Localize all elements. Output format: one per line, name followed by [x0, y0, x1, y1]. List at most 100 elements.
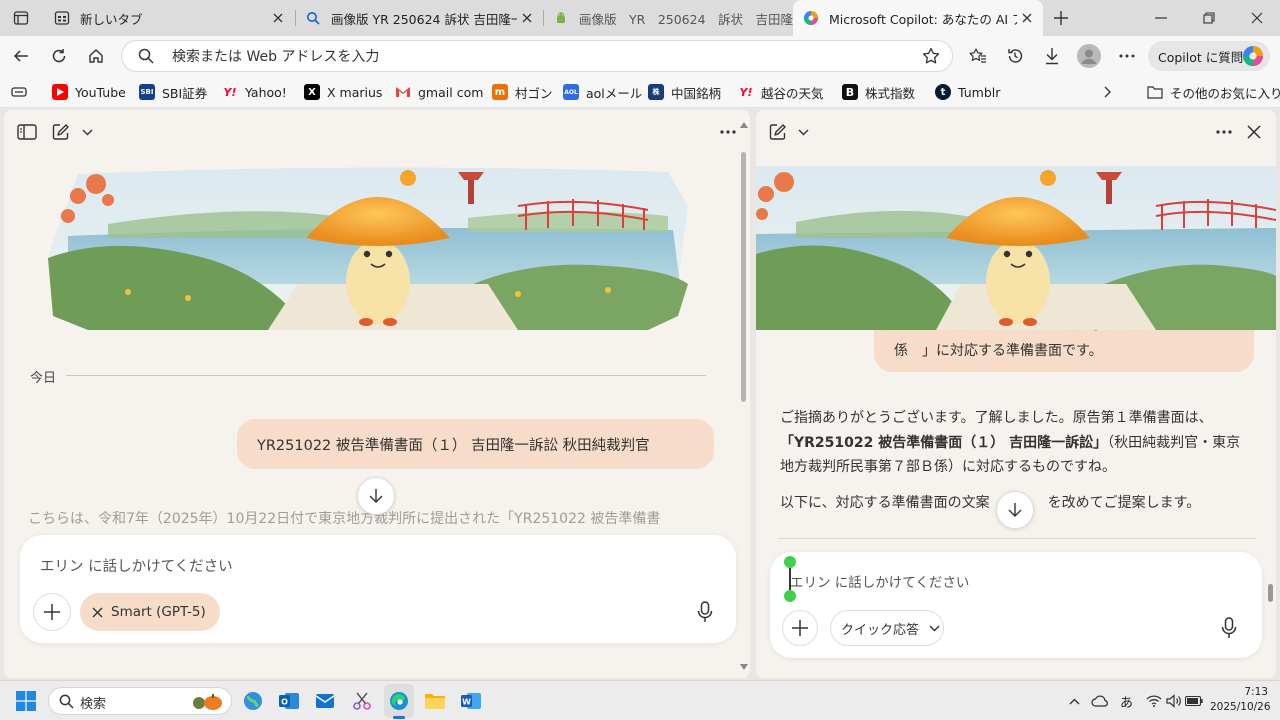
- favorite-star-icon[interactable]: [922, 47, 940, 65]
- address-bar[interactable]: [121, 40, 953, 72]
- folder-icon: [1147, 84, 1163, 100]
- more-options-icon[interactable]: [716, 122, 740, 142]
- wifi-icon[interactable]: [1144, 691, 1164, 711]
- tab-new-tab[interactable]: 新しいタブ: [44, 0, 294, 36]
- user-message-line-2: 係 」に対応する準備書面です。: [894, 343, 1103, 359]
- bookmark-x[interactable]: X X marius: [304, 82, 382, 102]
- other-favorites[interactable]: その他のお気に入り: [1147, 82, 1280, 102]
- system-clock[interactable]: 7:13 2025/10/26: [1210, 685, 1271, 715]
- sidebar-toggle-icon[interactable]: [14, 120, 40, 144]
- taskbar-search-box[interactable]: 検索: [48, 687, 232, 715]
- chevron-up-icon[interactable]: [1064, 691, 1084, 711]
- tab-image-lawsuit[interactable]: 画像版 YR 250624 訴状 吉田隆一訴訟: [543, 0, 793, 36]
- outlook-icon[interactable]: O: [277, 689, 301, 713]
- profile-avatar-icon[interactable]: [1076, 43, 1102, 69]
- left-chat-composer[interactable]: エリン に話しかけてください Smart (GPT-5): [20, 535, 736, 643]
- bookmark-sbi[interactable]: SBI SBI証券: [139, 82, 207, 102]
- copilot-ask-button[interactable]: Copilot に質問: [1148, 41, 1270, 71]
- chevron-down-icon[interactable]: [78, 122, 96, 142]
- scrollbar-thumb[interactable]: [741, 152, 746, 402]
- bloomberg-icon: B: [842, 84, 858, 100]
- copilot-ask-label: Copilot に質問: [1158, 49, 1244, 65]
- scroll-down-icon[interactable]: [740, 664, 748, 670]
- bookmark-tumblr[interactable]: t Tumblr: [935, 82, 1000, 102]
- tab-title: 画像版 YR 250624 訴状 吉田隆一訴訟: [579, 11, 793, 27]
- close-tab-icon[interactable]: [517, 8, 537, 28]
- file-explorer-icon[interactable]: [423, 689, 447, 713]
- speaker-icon[interactable]: [1164, 691, 1184, 711]
- back-icon[interactable]: [8, 43, 34, 69]
- bookmark-label: 株式指数: [865, 85, 916, 101]
- bookmark-label: 村ゴン: [515, 85, 553, 101]
- chevron-down-icon[interactable]: [794, 122, 812, 142]
- snipping-tool-icon[interactable]: [350, 689, 374, 713]
- reply-line-2-tail: （秋田純裁判官・東京: [1107, 434, 1241, 451]
- attach-plus-button[interactable]: [33, 593, 71, 631]
- close-chip-icon: [92, 607, 103, 617]
- scroll-down-button[interactable]: [996, 491, 1034, 529]
- tab-copilot[interactable]: Microsoft Copilot: あなたの AI アシスタント: [793, 0, 1043, 36]
- bookmark-indices[interactable]: B 株式指数: [842, 82, 915, 102]
- right-chat-composer[interactable]: エリン に話しかけてください クイック応答: [770, 552, 1262, 658]
- tab-title: 画像版 YR 250624 訴状 吉田隆一訴訟: [331, 11, 517, 27]
- composer-placeholder[interactable]: エリン に話しかけてください: [790, 571, 969, 591]
- scroll-down-button[interactable]: [357, 477, 395, 515]
- mode-chip[interactable]: Smart (GPT-5): [80, 593, 220, 631]
- tab-title: Microsoft Copilot: あなたの AI アシスタント: [829, 11, 1017, 27]
- windows-start-icon[interactable]: [14, 689, 38, 713]
- word-icon[interactable]: W: [459, 689, 483, 713]
- close-tab-icon[interactable]: [268, 8, 288, 28]
- more-menu-icon[interactable]: [1114, 43, 1140, 69]
- text-cursor-handle-bottom[interactable]: [784, 590, 796, 602]
- bookmark-weather[interactable]: Y! 越谷の天気: [738, 82, 824, 102]
- address-input[interactable]: [172, 47, 872, 67]
- composer-placeholder[interactable]: エリン に話しかけてください: [40, 555, 233, 576]
- ime-indicator[interactable]: あ: [1120, 692, 1133, 711]
- bookmark-aol[interactable]: AOL aolメール: [563, 82, 642, 102]
- quick-reply-dropdown[interactable]: クイック応答: [830, 610, 944, 646]
- bookmark-youtube[interactable]: YouTube: [52, 82, 126, 102]
- microphone-icon[interactable]: [1216, 615, 1242, 641]
- restore-icon[interactable]: [1196, 6, 1222, 30]
- new-chat-icon[interactable]: [49, 120, 73, 144]
- bookmark-yahoo[interactable]: Y! Yahoo!: [222, 82, 287, 102]
- home-icon[interactable]: [83, 43, 109, 69]
- microphone-icon[interactable]: [692, 599, 718, 625]
- onedrive-cloud-icon[interactable]: [1090, 691, 1110, 711]
- tab-search-lawsuit[interactable]: 画像版 YR 250624 訴状 吉田隆一訴訟: [295, 0, 543, 36]
- reading-view-icon[interactable]: [8, 82, 30, 102]
- user-message-bubble: YR251022 被告準備書面（１） 吉田隆一訴訟 秋田純裁判官: [237, 419, 714, 469]
- tab-actions-icon[interactable]: [8, 6, 34, 30]
- bookmark-china-stocks[interactable]: 株 中国銘柄: [648, 82, 721, 102]
- new-chat-icon[interactable]: [766, 120, 790, 144]
- clock-date: 2025/10/26: [1210, 701, 1271, 713]
- history-icon[interactable]: [1002, 43, 1028, 69]
- text-cursor-handle-top[interactable]: [784, 556, 796, 568]
- attach-plus-button[interactable]: [782, 610, 818, 646]
- bookmark-muragon[interactable]: m 村ゴン: [492, 82, 553, 102]
- close-window-icon[interactable]: [1244, 6, 1270, 30]
- edge-browser-icon[interactable]: [387, 689, 411, 713]
- chevron-right-icon[interactable]: [1098, 82, 1118, 102]
- new-tab-plus-icon[interactable]: [1048, 5, 1074, 31]
- favorites-icon[interactable]: [965, 43, 991, 69]
- refresh-icon[interactable]: [46, 43, 72, 69]
- reply-line-4-head: 以下に、対応する準備書面の文案: [780, 494, 990, 511]
- bookmark-label: X marius: [327, 84, 383, 100]
- reply-line-4-tail: を改めてご提案します。: [1047, 494, 1201, 511]
- minimize-icon[interactable]: [1148, 6, 1174, 30]
- close-tab-icon[interactable]: [1017, 8, 1037, 28]
- copilot-icon: [803, 10, 819, 26]
- bookmark-gmail[interactable]: gmail com: [395, 82, 483, 102]
- globe-widget-icon[interactable]: [241, 689, 265, 713]
- bookmark-label: 中国銘柄: [671, 85, 722, 101]
- tab-strip: 新しいタブ 画像版 YR 250624 訴状 吉田隆一訴訟 画像版 YR 250…: [0, 0, 1280, 36]
- more-options-icon[interactable]: [1212, 122, 1236, 142]
- battery-icon[interactable]: [1184, 691, 1204, 711]
- close-sidebar-icon[interactable]: [1242, 120, 1266, 144]
- outlook-new-icon[interactable]: [313, 689, 337, 713]
- scrollbar-thumb[interactable]: [1268, 584, 1273, 602]
- copilot-icon: [1242, 45, 1264, 67]
- scroll-up-icon[interactable]: [740, 122, 748, 128]
- download-icon[interactable]: [1039, 43, 1065, 69]
